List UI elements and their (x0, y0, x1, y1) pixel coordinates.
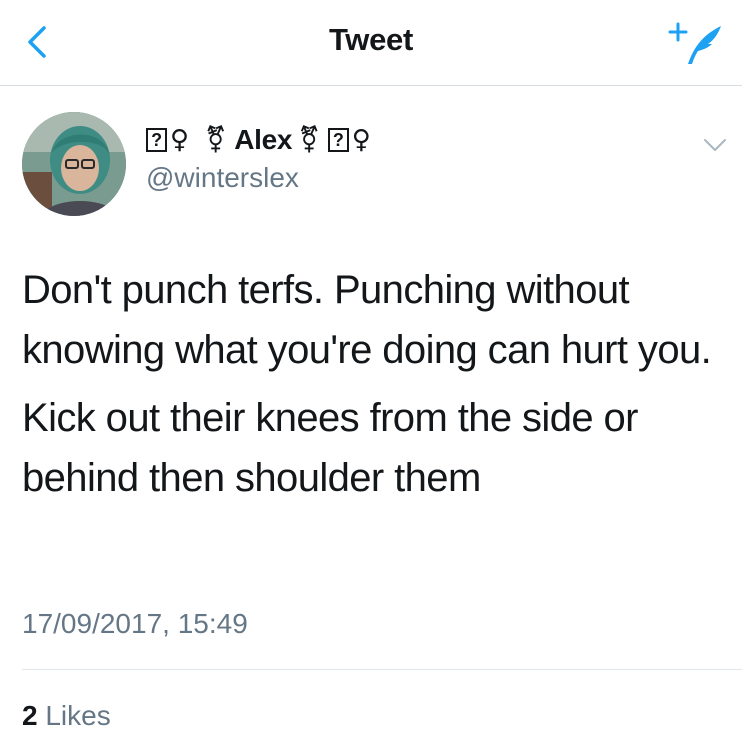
chevron-down-icon (704, 139, 726, 151)
transgender-symbol-icon: ⚧ (204, 125, 227, 155)
likes-count: 2 (22, 700, 38, 731)
author-name: Alex (234, 124, 293, 155)
likes-label: Likes (45, 700, 111, 731)
avatar-image (22, 112, 126, 216)
navigation-bar: Tweet (0, 0, 742, 86)
female-symbol-icon: ♀ (170, 125, 189, 155)
compose-tweet-icon (668, 22, 721, 64)
author-display-name[interactable]: ? ♀ ⚧ Alex ⚧ ? ♀ (146, 124, 372, 156)
tweet-paragraph: Don't punch terfs. Punching without know… (22, 268, 712, 372)
missing-glyph-icon: ? (146, 128, 167, 152)
tweet-timestamp: 17/09/2017, 15:49 (22, 608, 248, 639)
avatar[interactable] (22, 112, 126, 216)
divider (22, 669, 742, 670)
page-title: Tweet (328, 22, 414, 57)
missing-glyph-icon: ? (327, 128, 349, 152)
author-handle[interactable]: @winterslex (146, 162, 299, 194)
transgender-symbol-icon: ⚧ (298, 125, 320, 155)
female-symbol-icon: ♀ (351, 125, 371, 155)
tweet-paragraph: Kick out their knees from the side or be… (22, 396, 638, 500)
tweet-menu-button[interactable] (702, 136, 728, 154)
likes-count-link[interactable]: 2 Likes (22, 700, 111, 732)
tweet-text: Don't punch terfs. Punching without know… (22, 260, 722, 516)
compose-tweet-button[interactable] (668, 20, 724, 68)
